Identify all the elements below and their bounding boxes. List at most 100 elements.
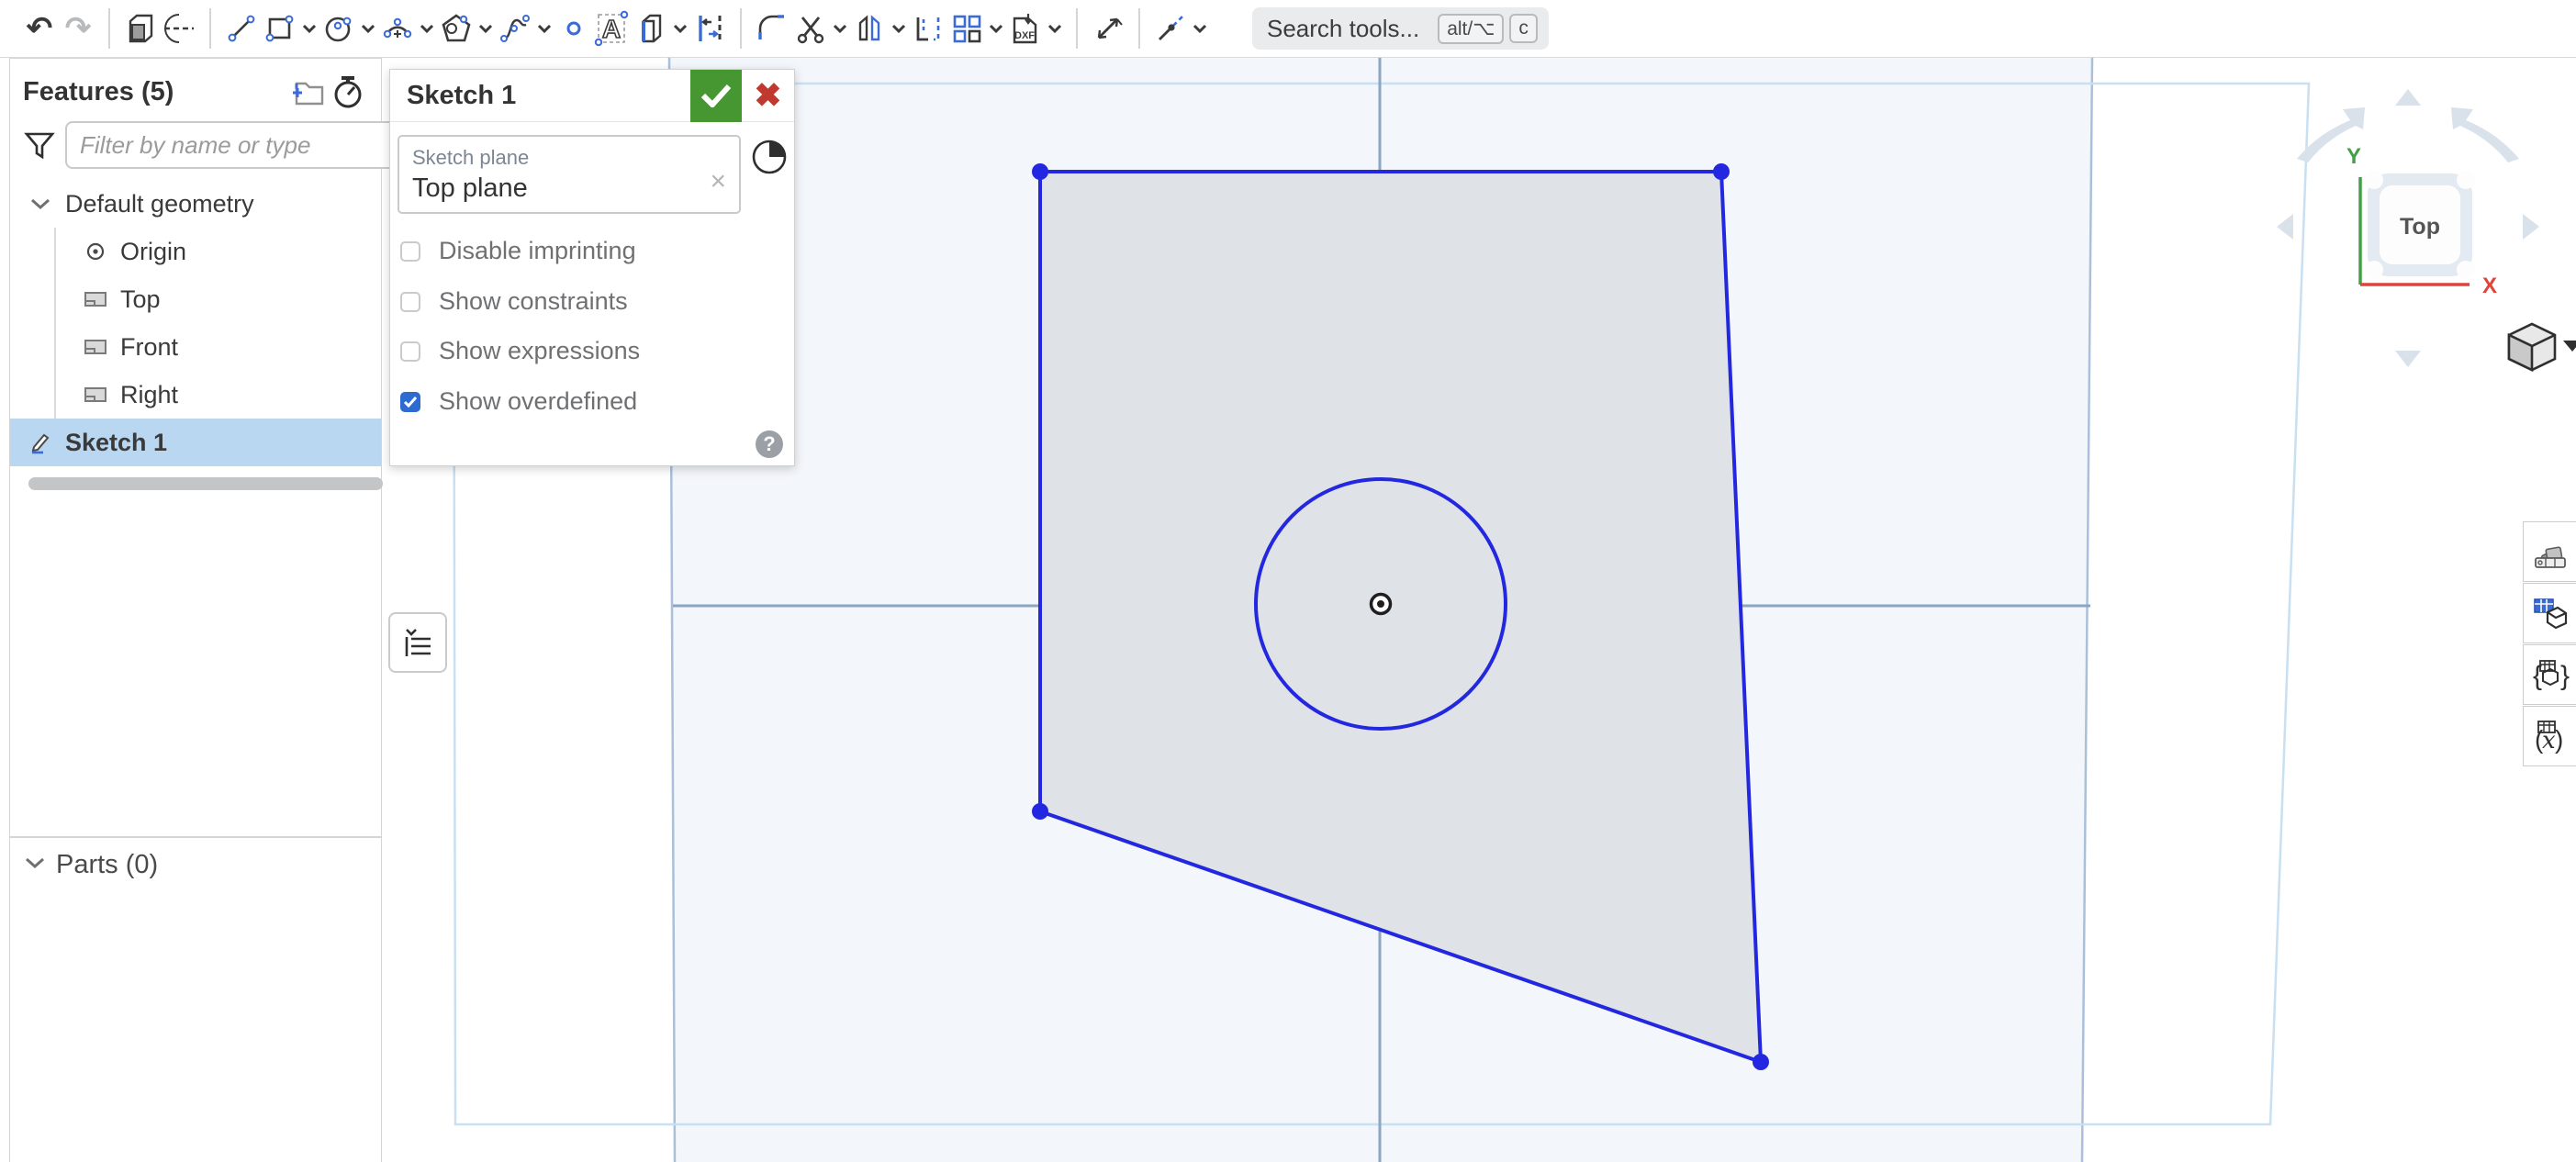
checkbox-box[interactable] [400,392,420,412]
tree-item-right-plane[interactable]: Right [56,371,381,419]
origin-point[interactable] [1372,595,1391,614]
chevron-down-icon[interactable] [25,856,45,874]
view-mode-dropdown-arrow[interactable] [2563,341,2576,352]
tree-item-label: Sketch 1 [65,429,167,457]
use-project-tool-icon[interactable] [632,7,670,50]
sketch-plane-field[interactable]: Sketch plane Top plane × [398,135,741,214]
mirror-tool-chevron[interactable] [889,7,909,50]
checkbox-show-expressions[interactable]: Show expressions [400,337,640,365]
tree-item-default-geometry[interactable]: Default geometry [10,180,381,228]
configurations-button[interactable]: {} [2523,644,2576,705]
circle-tool-icon[interactable] [319,7,358,50]
view-cube-corner[interactable] [2365,171,2383,189]
arc-tool-icon[interactable] [378,7,417,50]
feature-list-toggle-button[interactable] [388,612,447,673]
chevron-down-icon[interactable] [23,197,58,210]
tree-item-top-plane[interactable]: Top [56,275,381,323]
checkbox-disable-imprinting[interactable]: Disable imprinting [400,237,636,265]
parts-table-button[interactable] [2523,583,2576,643]
view-cube-corner[interactable] [2457,171,2475,189]
spline-tool-chevron[interactable] [534,7,554,50]
trim-tool-icon[interactable] [791,7,830,50]
rollback-history-icon[interactable] [328,72,368,112]
line-tool-icon[interactable] [222,7,261,50]
filter-funnel-icon[interactable] [23,127,56,163]
checkbox-box[interactable] [400,341,420,362]
view-cube-corner[interactable] [2457,261,2475,279]
rotate-left-arrow[interactable] [2277,214,2293,240]
dialog-header: Sketch 1 ✖ [390,70,794,122]
sketch-plane-value: Top plane [412,173,726,204]
dimension-tool-icon[interactable] [690,7,729,50]
feature-list-icon [399,626,436,659]
tree-item-label: Default geometry [65,190,254,218]
sketch-viewport[interactable] [0,0,2576,1162]
rectangle-tool-icon[interactable] [261,7,299,50]
construction-tool-icon[interactable] [1151,7,1190,50]
roll-cw-arrow[interactable] [2451,107,2519,162]
point-tool-icon[interactable] [554,7,593,50]
rotate-right-arrow[interactable] [2523,214,2539,240]
cancel-button[interactable]: ✖ [742,70,794,122]
svg-text:DXF: DXF [1014,30,1035,41]
pattern-grid-tool-chevron[interactable] [986,7,1006,50]
polygon-tool-chevron[interactable] [476,7,496,50]
checkbox-show-overdefined[interactable]: Show overdefined [400,387,637,416]
construction-tool-chevron[interactable] [1190,7,1210,50]
spline-tool-icon[interactable] [496,7,534,50]
features-title: Features (5) [23,77,287,107]
dialog-title: Sketch 1 [390,81,690,111]
filter-input[interactable] [65,121,402,169]
rotate-down-arrow[interactable] [2395,351,2421,367]
accept-button[interactable] [690,70,742,122]
undo-button[interactable]: ↶ [20,7,59,50]
variable-studio-button[interactable]: (x) [2523,706,2576,766]
circle-tool-chevron[interactable] [358,7,378,50]
help-icon[interactable]: ? [756,430,783,458]
arc-tool-chevron[interactable] [417,7,437,50]
dxf-import-tool-icon[interactable]: DXF [1006,7,1045,50]
svg-text:x: x [2542,727,2556,754]
search-tools-box[interactable]: Search tools... alt/⌥ c [1252,7,1549,50]
mirror-tool-icon[interactable] [850,7,889,50]
horizontal-scrollbar[interactable] [28,477,383,490]
plane-icon [78,287,113,311]
view-cube-corner[interactable] [2365,261,2383,279]
rotate-up-arrow[interactable] [2395,89,2421,106]
tree-item-label: Right [120,381,178,409]
view-cube-face-label: Top [2400,214,2440,240]
linear-pattern-tool-icon[interactable] [909,7,947,50]
checkbox-box[interactable] [400,241,420,262]
checkbox-box[interactable] [400,292,420,312]
measure-tool-icon[interactable] [1089,7,1127,50]
revolve-icon[interactable] [160,7,198,50]
tree-item-label: Top [120,285,161,314]
view-mode-cube-icon[interactable] [2509,324,2555,370]
clear-selection-icon[interactable]: × [710,166,726,197]
rectangle-tool-chevron[interactable] [299,7,319,50]
origin-icon [78,241,113,262]
use-project-tool-chevron[interactable] [670,7,690,50]
filter-row [10,112,381,173]
checkbox-show-constraints[interactable]: Show constraints [400,287,628,316]
tree-item-origin[interactable]: Origin [56,228,381,275]
extrude-icon[interactable] [121,7,160,50]
new-folder-icon[interactable] [287,72,328,112]
tree-item-sketch1[interactable]: Sketch 1 [10,419,381,466]
text-tool-icon[interactable]: A [593,7,632,50]
appearance-panel-button[interactable] [2523,521,2576,582]
redo-button[interactable]: ↷ [59,7,97,50]
toolbar-divider [1138,8,1140,49]
y-axis-label: Y [2346,144,2361,169]
fillet-tool-icon[interactable] [753,7,791,50]
tree-item-front-plane[interactable]: Front [56,323,381,371]
x-axis-label: X [2482,274,2497,298]
trim-tool-chevron[interactable] [830,7,850,50]
polygon-tool-icon[interactable] [437,7,476,50]
pattern-grid-tool-icon[interactable] [947,7,986,50]
svg-text:A: A [602,15,621,43]
solid-model-toggle-icon[interactable] [750,138,789,176]
parts-header-row[interactable]: Parts (0) [10,838,381,891]
view-cube[interactable]: Top Y X [2240,69,2576,390]
dxf-import-tool-chevron[interactable] [1045,7,1065,50]
